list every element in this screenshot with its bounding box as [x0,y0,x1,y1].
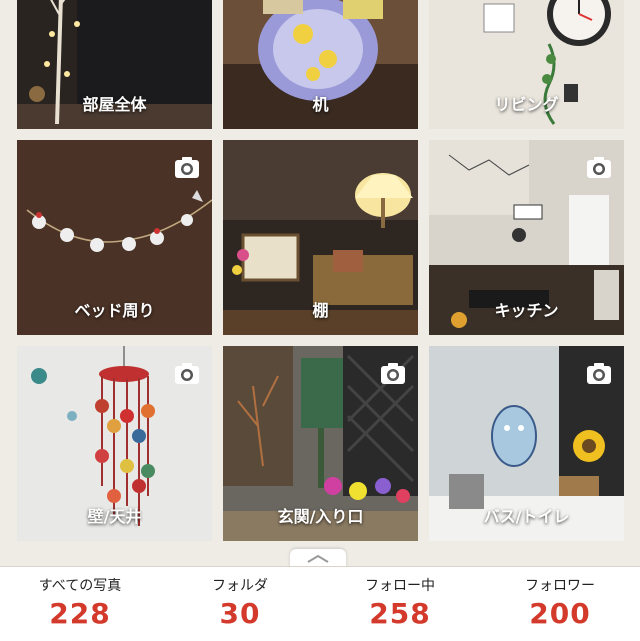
stat-value: 200 [529,597,591,630]
folder-label: 玄関/入り口 [277,507,364,526]
camera-icon [587,363,611,384]
folder-tile-desk[interactable]: 机 [223,0,418,129]
camera-icon [587,157,611,178]
folder-label: 机 [312,95,329,114]
stat-title: フォロー中 [365,578,435,594]
folder-label: キッチン [494,301,559,320]
stat-all-photos[interactable]: すべての写真 228 [0,567,160,641]
folder-grid: 部屋全体 机 リビング ベッド周り 棚 キッチン 壁/天井 玄関/入り口 バス/… [0,0,640,560]
folder-tile-wall[interactable]: 壁/天井 [17,346,212,541]
stat-following[interactable]: フォロー中 258 [320,567,480,641]
stat-title: すべての写真 [38,578,122,594]
folder-label: 部屋全体 [82,95,147,114]
folder-tile-bath[interactable]: バス/トイレ [429,346,624,541]
stat-folders[interactable]: フォルダ 30 [160,567,320,641]
folder-label: リビング [494,95,559,114]
folder-tile-entrance[interactable]: 玄関/入り口 [223,346,418,541]
stat-value: 30 [219,597,261,630]
stat-value: 228 [49,597,111,630]
camera-icon [175,157,199,178]
stat-value: 258 [369,597,431,630]
folder-label: 棚 [312,301,329,320]
folder-label: バス/トイレ [483,507,570,526]
folder-tile-bed[interactable]: ベッド周り [17,140,212,335]
stat-followers[interactable]: フォロワー 200 [480,567,640,641]
folder-tile-kitchen[interactable]: キッチン [429,140,624,335]
stat-title: フォロワー [525,578,595,594]
folder-tile-shelf[interactable]: 棚 [223,140,418,335]
folder-tile-living[interactable]: リビング [429,0,624,129]
folder-label: ベッド周り [74,301,155,320]
profile-stats-bar: すべての写真 228 フォルダ 30 フォロー中 258 フォロワー 200 [0,566,640,641]
camera-icon [175,363,199,384]
camera-icon [381,363,405,384]
folder-tile-room[interactable]: 部屋全体 [17,0,212,129]
stat-title: フォルダ [212,578,268,594]
folder-label: 壁/天井 [87,507,142,526]
